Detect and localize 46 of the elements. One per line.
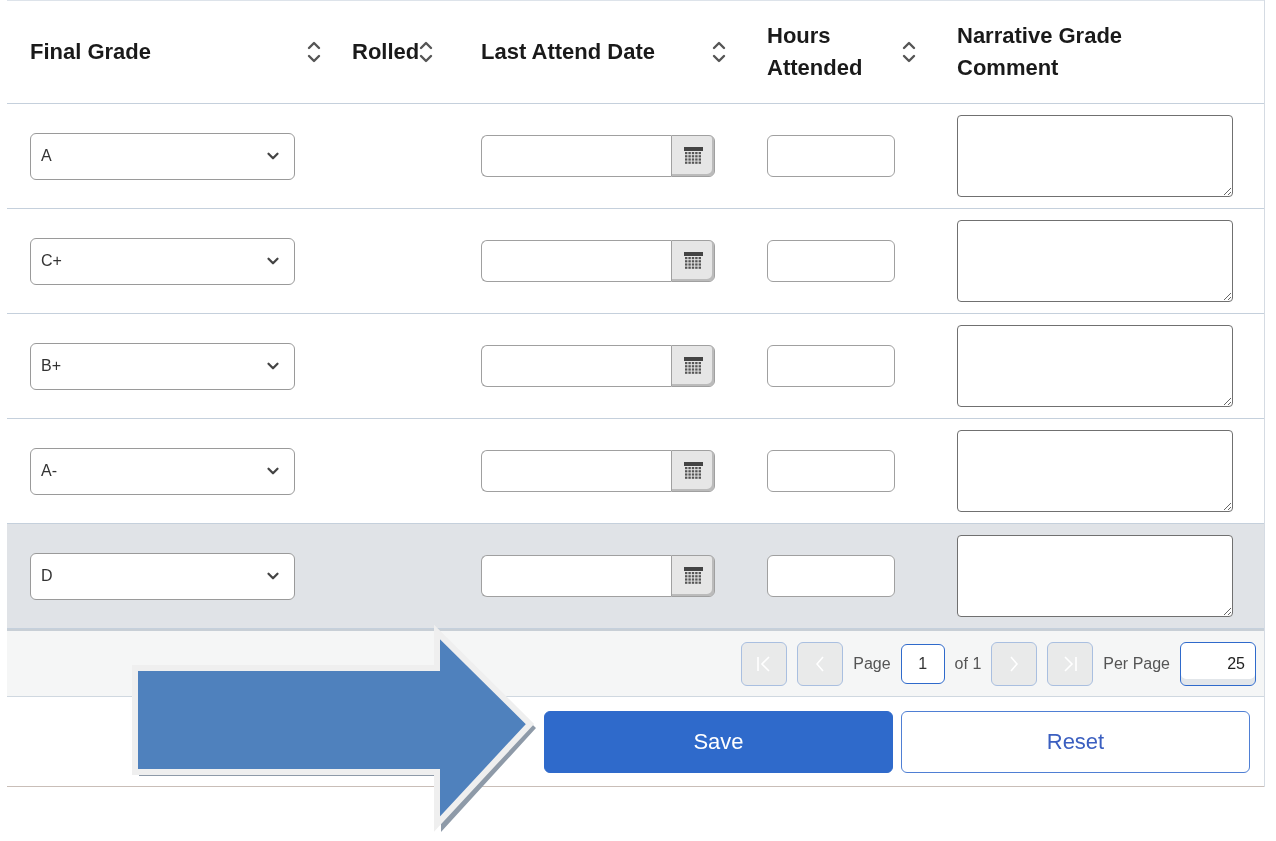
sort-icon[interactable] xyxy=(712,39,726,65)
comment-field[interactable] xyxy=(957,325,1233,407)
page-count: of 1 xyxy=(954,653,982,674)
reset-button[interactable]: Reset xyxy=(901,710,1250,773)
hours-field[interactable] xyxy=(767,555,895,597)
per-page-field[interactable]: 25 xyxy=(1180,641,1256,686)
date-field[interactable] xyxy=(481,240,671,282)
calendar-button[interactable] xyxy=(671,240,715,282)
calendar-button[interactable] xyxy=(671,345,715,387)
sort-icon[interactable] xyxy=(419,39,434,65)
comment-field[interactable] xyxy=(957,115,1233,197)
column-header: Rolled xyxy=(352,38,420,66)
comment-field[interactable] xyxy=(957,535,1233,617)
calendar-button[interactable] xyxy=(671,450,715,492)
column-header: Last Attend Date xyxy=(481,38,655,66)
date-field[interactable] xyxy=(481,450,671,492)
sort-icon[interactable] xyxy=(307,39,321,65)
per-page-label: Per Page xyxy=(1103,653,1170,674)
date-field[interactable] xyxy=(481,555,671,597)
grade-select[interactable]: A- xyxy=(30,447,295,495)
calendar-button[interactable] xyxy=(671,555,715,597)
comment-field[interactable] xyxy=(957,430,1233,512)
grade-select[interactable]: D xyxy=(30,552,295,600)
calendar-icon xyxy=(683,357,703,375)
comment-field[interactable] xyxy=(957,220,1233,302)
hours-field[interactable] xyxy=(767,450,895,492)
page-label: Page xyxy=(853,653,891,674)
calendar-icon xyxy=(683,567,703,585)
hours-field[interactable] xyxy=(767,345,895,387)
hours-field[interactable] xyxy=(767,135,895,177)
grade-select[interactable]: B+ xyxy=(30,342,295,390)
date-field[interactable] xyxy=(481,135,671,177)
calendar-button[interactable] xyxy=(671,135,715,177)
column-header: Narrative Grade Comment xyxy=(957,22,1124,82)
column-header: Hours Attended xyxy=(767,22,864,82)
sort-icon[interactable] xyxy=(902,39,916,65)
date-field[interactable] xyxy=(481,345,671,387)
save-button[interactable]: Save xyxy=(544,710,893,773)
column-header: Final Grade xyxy=(30,38,152,66)
grade-select[interactable]: C+ xyxy=(30,237,295,285)
calendar-icon xyxy=(683,147,703,165)
hours-field[interactable] xyxy=(767,240,895,282)
page-field[interactable]: 1 xyxy=(900,643,945,684)
calendar-icon xyxy=(683,252,703,270)
calendar-icon xyxy=(683,462,703,480)
grade-select[interactable]: A xyxy=(30,132,295,180)
